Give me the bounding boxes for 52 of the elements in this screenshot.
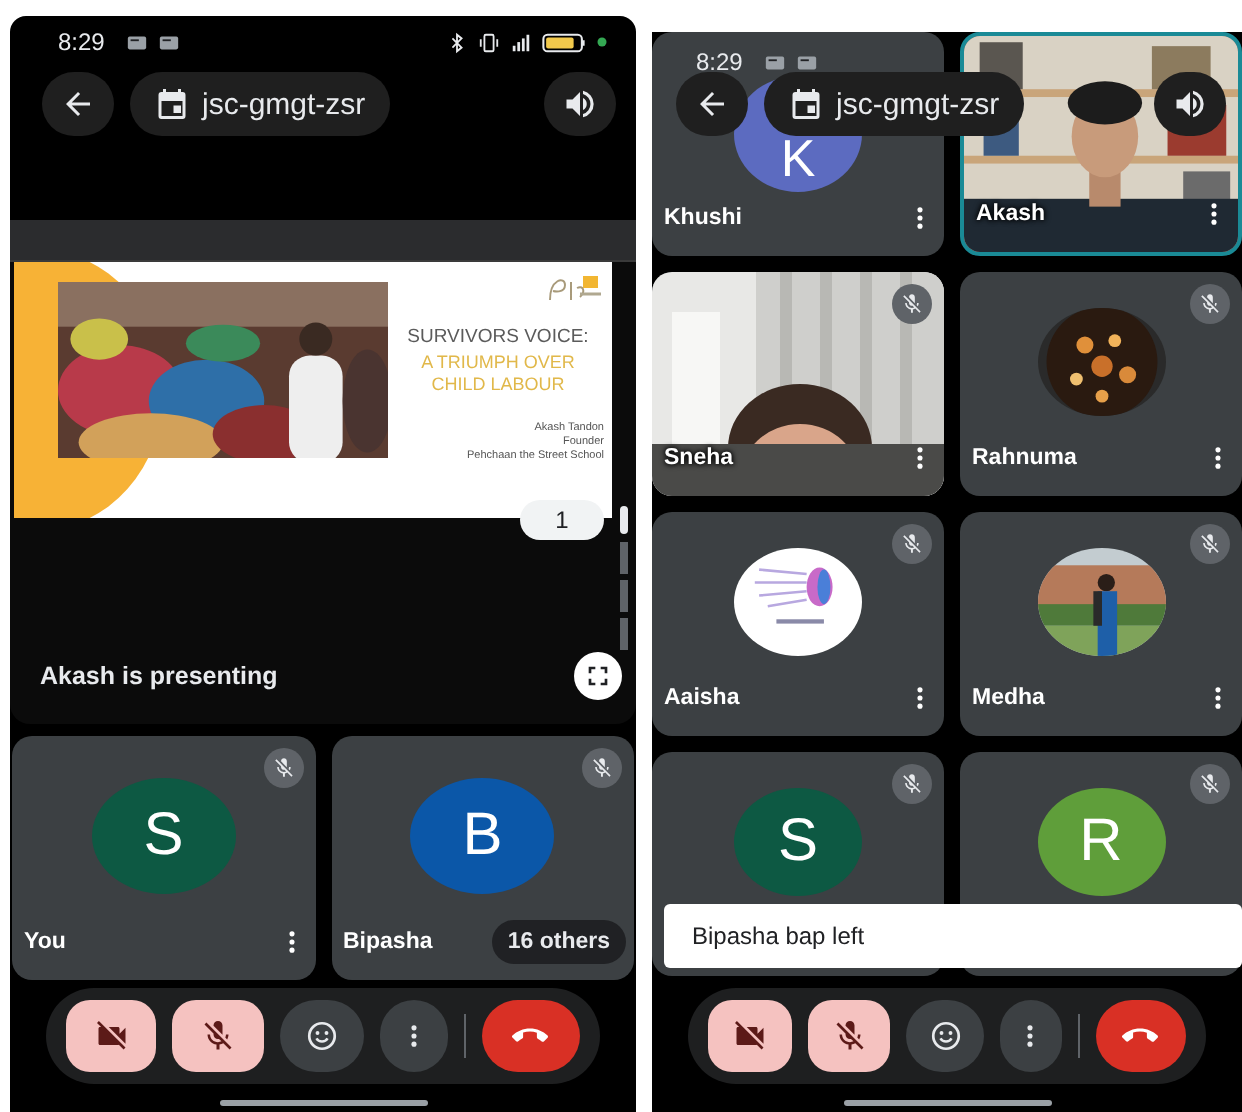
participant-name: Medha (972, 686, 1045, 710)
others-chip[interactable]: 16 others (491, 920, 626, 964)
fullscreen-button[interactable] (574, 652, 622, 700)
page-indicator: 1 (520, 500, 604, 540)
vibrate-icon (478, 31, 500, 53)
notification-icon (126, 31, 149, 53)
battery-icon (542, 31, 586, 53)
avatar: B (410, 778, 555, 894)
status-time: 8:29 (696, 48, 743, 76)
participant-name: Sneha (664, 446, 734, 470)
reactions-button[interactable] (906, 1000, 984, 1072)
snackbar: Bipasha bap left (664, 904, 1242, 968)
camera-off-icon (731, 1018, 768, 1054)
participant-name: You (24, 930, 66, 954)
meeting-code-button[interactable]: jsc-gmgt-zsr (130, 72, 390, 136)
participant-name: Rahnuma (972, 446, 1077, 470)
slide-subtitle: A TRIUMPH OVER CHILD LABOUR (419, 352, 577, 397)
speaker-button[interactable] (544, 72, 616, 136)
microphone-off-icon (200, 1018, 237, 1054)
status-dot-icon (596, 36, 608, 48)
camera-off-icon (93, 1018, 130, 1054)
meeting-code-button[interactable]: jsc-gmgt-zsr (764, 72, 1024, 136)
status-time: 8:29 (58, 28, 105, 56)
slide-title: SURVIVORS VOICE: (407, 326, 589, 348)
camera-button[interactable] (66, 1000, 157, 1072)
avatar: S (734, 788, 862, 896)
participant-name: Khushi (664, 206, 742, 230)
bluetooth-icon (446, 31, 468, 53)
notification-icon (158, 31, 181, 53)
emoji-icon (303, 1018, 340, 1054)
scrollbar (620, 506, 628, 650)
avatar: S (91, 778, 236, 894)
microphone-off-icon (831, 1018, 868, 1054)
speaker-icon (1172, 86, 1208, 122)
reactions-button[interactable] (279, 1000, 364, 1072)
microphone-button[interactable] (172, 1000, 264, 1072)
camera-button[interactable] (708, 1000, 792, 1072)
calendar-icon (154, 86, 190, 122)
calendar-icon (788, 86, 824, 122)
participant-name: Akash (976, 202, 1046, 226)
participant-name: Aaisha (664, 686, 740, 710)
presenter-caption: Akash is presenting (40, 662, 280, 690)
speaker-icon (562, 86, 598, 122)
avatar: R (1037, 788, 1165, 896)
end-call-button[interactable] (1095, 1000, 1187, 1072)
end-call-button[interactable] (481, 1000, 580, 1072)
participant-name: Bipasha (343, 930, 433, 954)
signal-icon (510, 31, 532, 53)
back-button[interactable] (42, 72, 114, 136)
microphone-button[interactable] (807, 1000, 891, 1072)
logo-icon (544, 270, 604, 306)
emoji-icon (927, 1018, 964, 1054)
